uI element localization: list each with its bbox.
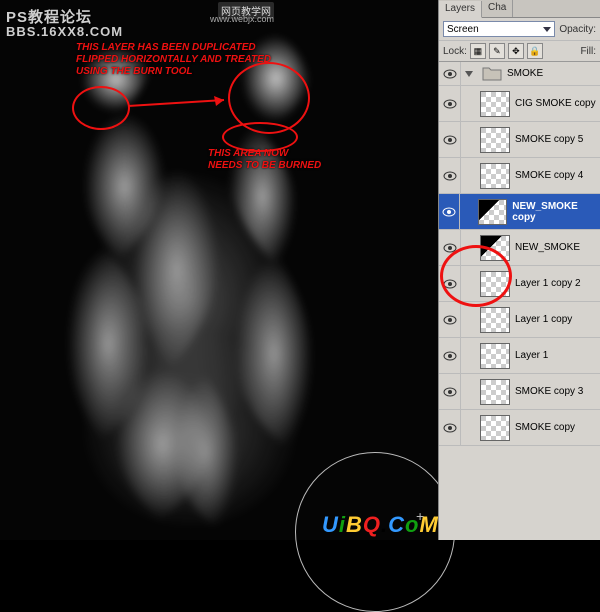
blend-mode-value: Screen [447,24,479,35]
visibility-toggle[interactable] [439,62,461,85]
visibility-toggle[interactable] [439,122,461,157]
layer-name: SMOKE copy [515,422,575,433]
layer-row[interactable]: SMOKE copy 5 [439,122,600,158]
visibility-toggle[interactable] [439,194,460,229]
annotation-circle-left [72,86,130,130]
layer-thumbnail[interactable] [480,271,510,297]
layer-group-row[interactable]: SMOKE [439,62,600,86]
layer-row[interactable]: Layer 1 copy 2 [439,266,600,302]
watermark-site-url: www.webjx.com [210,14,274,24]
layer-name: Layer 1 [515,350,548,361]
layer-row[interactable]: SMOKE copy [439,410,600,446]
layer-name: SMOKE copy 3 [515,386,583,397]
layer-thumbnail[interactable] [480,127,510,153]
group-name: SMOKE [507,68,543,79]
tab-channels[interactable]: Cha [482,0,513,17]
chevron-down-icon [543,27,551,32]
layer-thumbnail[interactable] [480,163,510,189]
lock-all-button[interactable]: 🔒 [527,43,543,59]
layer-row-selected[interactable]: NEW_SMOKE copy [439,194,600,230]
layer-thumbnail[interactable] [480,379,510,405]
layer-name: Layer 1 copy [515,314,572,325]
visibility-toggle[interactable] [439,86,461,121]
folder-icon [482,65,502,83]
visibility-toggle[interactable] [439,230,461,265]
layer-thumbnail[interactable] [478,199,507,225]
annotation-circle-right-bottom [222,122,298,152]
visibility-toggle[interactable] [439,158,461,193]
visibility-toggle[interactable] [439,410,461,445]
panel-tabs: Layers Cha [439,0,600,18]
layer-row[interactable]: NEW_SMOKE [439,230,600,266]
annotation-arrow [128,96,238,116]
layer-row[interactable]: Layer 1 [439,338,600,374]
visibility-toggle[interactable] [439,338,461,373]
fill-label: Fill: [580,46,596,57]
lock-position-button[interactable]: ✥ [508,43,524,59]
lock-label: Lock: [443,46,467,57]
layer-row[interactable]: CIG SMOKE copy [439,86,600,122]
blend-mode-select[interactable]: Screen [443,21,555,37]
layer-thumbnail[interactable] [480,91,510,117]
layer-row[interactable]: SMOKE copy 3 [439,374,600,410]
visibility-toggle[interactable] [439,374,461,409]
layer-thumbnail[interactable] [480,415,510,441]
lock-transparency-button[interactable]: ▦ [470,43,486,59]
layers-list: SMOKE CIG SMOKE copy SMOKE copy 5 SMOKE … [439,62,600,520]
layers-panel: Layers Cha Screen Opacity: Lock: ▦ ✎ ✥ 🔒… [438,0,600,540]
layer-thumbnail[interactable] [480,343,510,369]
layer-name: SMOKE copy 5 [515,134,583,145]
visibility-toggle[interactable] [439,266,461,301]
visibility-toggle[interactable] [439,302,461,337]
layer-thumbnail[interactable] [480,307,510,333]
opacity-label: Opacity: [559,24,596,35]
tab-layers[interactable]: Layers [439,1,482,18]
layer-row[interactable]: Layer 1 copy [439,302,600,338]
group-expand-icon[interactable] [465,71,473,77]
watermark-forum-url: BBS.16XX8.COM [6,24,123,39]
layer-name: NEW_SMOKE [515,242,580,253]
layer-thumbnail[interactable] [480,235,510,261]
layer-name: SMOKE copy 4 [515,170,583,181]
layer-name: Layer 1 copy 2 [515,278,581,289]
layer-name: NEW_SMOKE copy [512,201,600,223]
layer-row[interactable]: SMOKE copy 4 [439,158,600,194]
layer-name: CIG SMOKE copy [515,98,596,109]
photoshop-canvas[interactable]: PS教程论坛 BBS.16XX8.COM 网页教学网 www.webjx.com… [0,0,438,540]
lock-pixels-button[interactable]: ✎ [489,43,505,59]
watermark-uibq-logo: UiBQ.CoM [322,512,439,538]
